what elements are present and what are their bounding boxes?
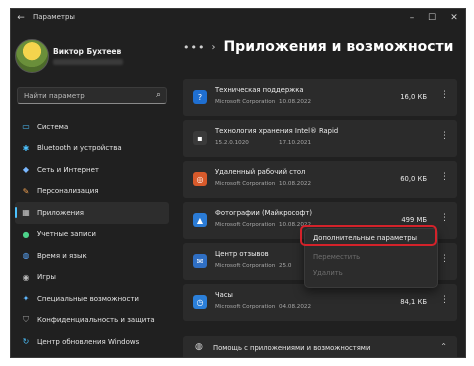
sidebar-item-label: Bluetooth и устройства (37, 144, 122, 153)
sidebar-item-label: Учетные записи (37, 230, 96, 239)
search-input[interactable]: Найти параметр ⌕ (17, 87, 167, 104)
app-name: Фотографии (Майкрософт) (215, 209, 312, 217)
app-name: Техническая поддержка (215, 86, 304, 94)
sidebar-item-label: Персонализация (37, 187, 99, 196)
app-publisher: 15.2.0.1020 (215, 140, 249, 146)
sidebar-item-9[interactable]: ⛉ Конфиденциальность и защита (15, 310, 169, 332)
sidebar-item-label: Специальные возможности (37, 294, 139, 303)
clock-icon: ◷ (193, 295, 207, 309)
person-icon: ● (22, 229, 30, 239)
gamepad-icon: ◉ (22, 272, 30, 282)
shield-icon: ⛉ (23, 315, 29, 325)
apps-icon: ▦ (22, 208, 30, 218)
sidebar-item-label: Сеть и Интернет (37, 165, 99, 174)
help-label: Помощь с приложениями и возможностями (213, 344, 371, 352)
help-section[interactable]: ◍ Помощь с приложениями и возможностями … (183, 336, 457, 357)
sidebar-item-label: Система (37, 122, 69, 131)
app-size: 60,0 КБ (400, 175, 427, 183)
feedback-hub-icon: ✉ (193, 254, 207, 268)
intel-storage-icon: ▪ (193, 131, 207, 145)
app-name: Технология хранения Intel® Rapid (215, 127, 339, 135)
more-options-icon[interactable]: ⋮ (440, 295, 449, 305)
sidebar-item-10[interactable]: ↻ Центр обновления Windows (15, 331, 169, 353)
help-app-icon: ? (193, 90, 207, 104)
app-publisher: Microsoft Corporation (215, 222, 276, 228)
more-options-icon[interactable]: ⋮ (440, 90, 449, 100)
accessibility-icon: ✦ (22, 294, 30, 304)
app-list-item: ◷ Часы Microsoft Corporation 04.08.2022 84,1… (183, 284, 457, 321)
app-size: 16,0 КБ (400, 93, 427, 101)
sidebar-item-7[interactable]: ◉ Игры (15, 267, 169, 289)
app-list-item: ▪ Технология хранения Intel® Rapid 15.2.0.… (183, 120, 457, 157)
photos-icon: ▲ (193, 213, 207, 227)
user-name: Виктор Бухтеев (53, 47, 122, 56)
chevron-right-icon: › (211, 41, 216, 53)
app-list: ? Техническая поддержка Microsoft Corporat… (183, 79, 457, 325)
bluetooth-icon: ✱ (22, 143, 30, 153)
app-date: 10.08.2022 (279, 181, 312, 187)
more-options-icon[interactable]: ⋮ (440, 254, 449, 264)
more-options-icon[interactable]: ⋮ (440, 172, 449, 182)
sidebar-item-5[interactable]: ● Учетные записи (15, 224, 169, 246)
app-date: 17.10.2021 (279, 140, 312, 146)
minimize-button[interactable]: – (405, 11, 419, 25)
more-options-icon[interactable]: ⋮ (440, 213, 449, 223)
sidebar-item-label: Игры (37, 273, 56, 282)
search-placeholder: Найти параметр (24, 92, 85, 100)
monitor-icon: ▭ (22, 122, 30, 132)
page-header: ••• › Приложения и возможности (183, 39, 453, 55)
avatar[interactable] (15, 39, 49, 73)
app-list-item: ? Техническая поддержка Microsoft Corporat… (183, 79, 457, 116)
app-date: 04.08.2022 (279, 304, 312, 310)
title-bar: ← Параметры – ☐ ✕ (11, 9, 465, 27)
sidebar-item-4[interactable]: ▦ Приложения (15, 202, 169, 224)
chevron-up-icon[interactable]: ⌃ (440, 342, 447, 351)
app-name: Удаленный рабочий стол (215, 168, 306, 176)
window-title: Параметры (33, 13, 75, 21)
app-name: Часы (215, 291, 233, 299)
sidebar-item-label: Время и язык (37, 251, 87, 260)
sidebar-item-2[interactable]: ◆ Сеть и Интернет (15, 159, 169, 181)
overflow-breadcrumb[interactable]: ••• (183, 41, 205, 54)
wifi-icon: ◆ (22, 165, 30, 175)
globe-icon: ◍ (22, 251, 30, 261)
search-icon: ⌕ (155, 90, 161, 100)
app-date: 25.0 (279, 263, 292, 269)
app-publisher: Microsoft Corporation (215, 181, 276, 187)
brush-icon: ✎ (22, 186, 30, 196)
sidebar-item-8[interactable]: ✦ Специальные возможности (15, 288, 169, 310)
app-size: 84,1 КБ (400, 298, 427, 306)
sidebar-item-label: Приложения (37, 208, 84, 217)
sidebar-item-label: Центр обновления Windows (37, 337, 140, 346)
sidebar-item-label: Конфиденциальность и защита (37, 316, 155, 325)
maximize-button[interactable]: ☐ (425, 11, 439, 25)
page-title: Приложения и возможности (223, 39, 454, 55)
more-options-icon[interactable]: ⋮ (440, 131, 449, 141)
sidebar-item-3[interactable]: ✎ Персонализация (15, 181, 169, 203)
update-icon: ↻ (22, 337, 30, 347)
settings-window: ← Параметры – ☐ ✕ Виктор Бухтеев Найти п… (10, 8, 466, 358)
sidebar-nav: ▭ Система ✱ Bluetooth и устройства ◆ Сеть и И… (15, 116, 169, 353)
globe-icon: ◍ (195, 342, 203, 352)
close-button[interactable]: ✕ (447, 11, 461, 25)
sidebar-item-1[interactable]: ✱ Bluetooth и устройства (15, 138, 169, 160)
app-name: Центр отзывов (215, 250, 269, 258)
sidebar-item-0[interactable]: ▭ Система (15, 116, 169, 138)
app-date: 10.08.2022 (279, 99, 312, 105)
app-size: 499 МБ (401, 216, 427, 224)
app-list-item: ◎ Удаленный рабочий стол Microsoft Corpora… (183, 161, 457, 198)
context-menu-item-1: Переместить (313, 253, 361, 261)
app-publisher: Microsoft Corporation (215, 263, 276, 269)
sidebar-item-6[interactable]: ◍ Время и язык (15, 245, 169, 267)
app-publisher: Microsoft Corporation (215, 304, 276, 310)
back-arrow-icon[interactable]: ← (15, 12, 27, 24)
highlight-box (300, 225, 437, 246)
user-email-blurred (53, 59, 123, 65)
context-menu-item-2: Удалить (313, 269, 343, 277)
app-publisher: Microsoft Corporation (215, 99, 276, 105)
remote-desktop-icon: ◎ (193, 172, 207, 186)
